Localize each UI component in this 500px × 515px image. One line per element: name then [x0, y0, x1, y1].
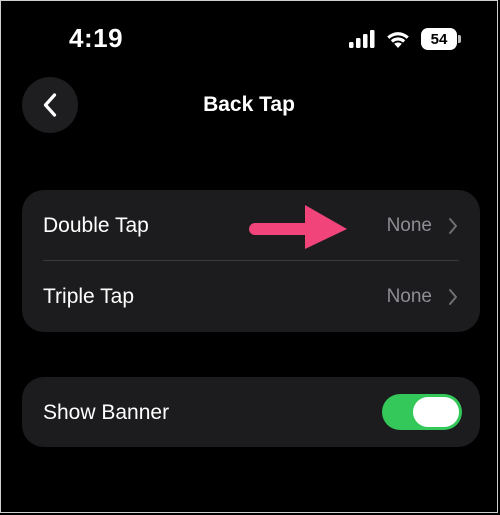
show-banner-toggle[interactable]	[382, 394, 462, 430]
show-banner-label: Show Banner	[43, 400, 170, 424]
banner-group: Show Banner	[22, 377, 480, 447]
cellular-signal-icon	[349, 30, 375, 48]
status-icons: 54	[349, 28, 461, 50]
chevron-right-icon	[449, 217, 457, 234]
battery-icon: 54	[421, 28, 461, 50]
double-tap-label: Double Tap	[43, 213, 149, 237]
page-title: Back Tap	[203, 93, 295, 116]
battery-level: 54	[430, 30, 448, 48]
triple-tap-label: Triple Tap	[43, 284, 135, 308]
chevron-right-icon	[449, 288, 457, 305]
triple-tap-row[interactable]: Triple Tap None	[22, 261, 480, 332]
screen: 4:19 54 Back Tap Double Tap None Triple …	[0, 0, 498, 513]
toggle-knob	[413, 397, 459, 427]
show-banner-row: Show Banner	[22, 377, 480, 447]
wifi-icon	[387, 32, 409, 48]
double-tap-value: None	[386, 214, 432, 236]
triple-tap-value: None	[386, 285, 432, 307]
annotation-arrow-icon	[249, 205, 347, 249]
status-time: 4:19	[69, 23, 124, 53]
